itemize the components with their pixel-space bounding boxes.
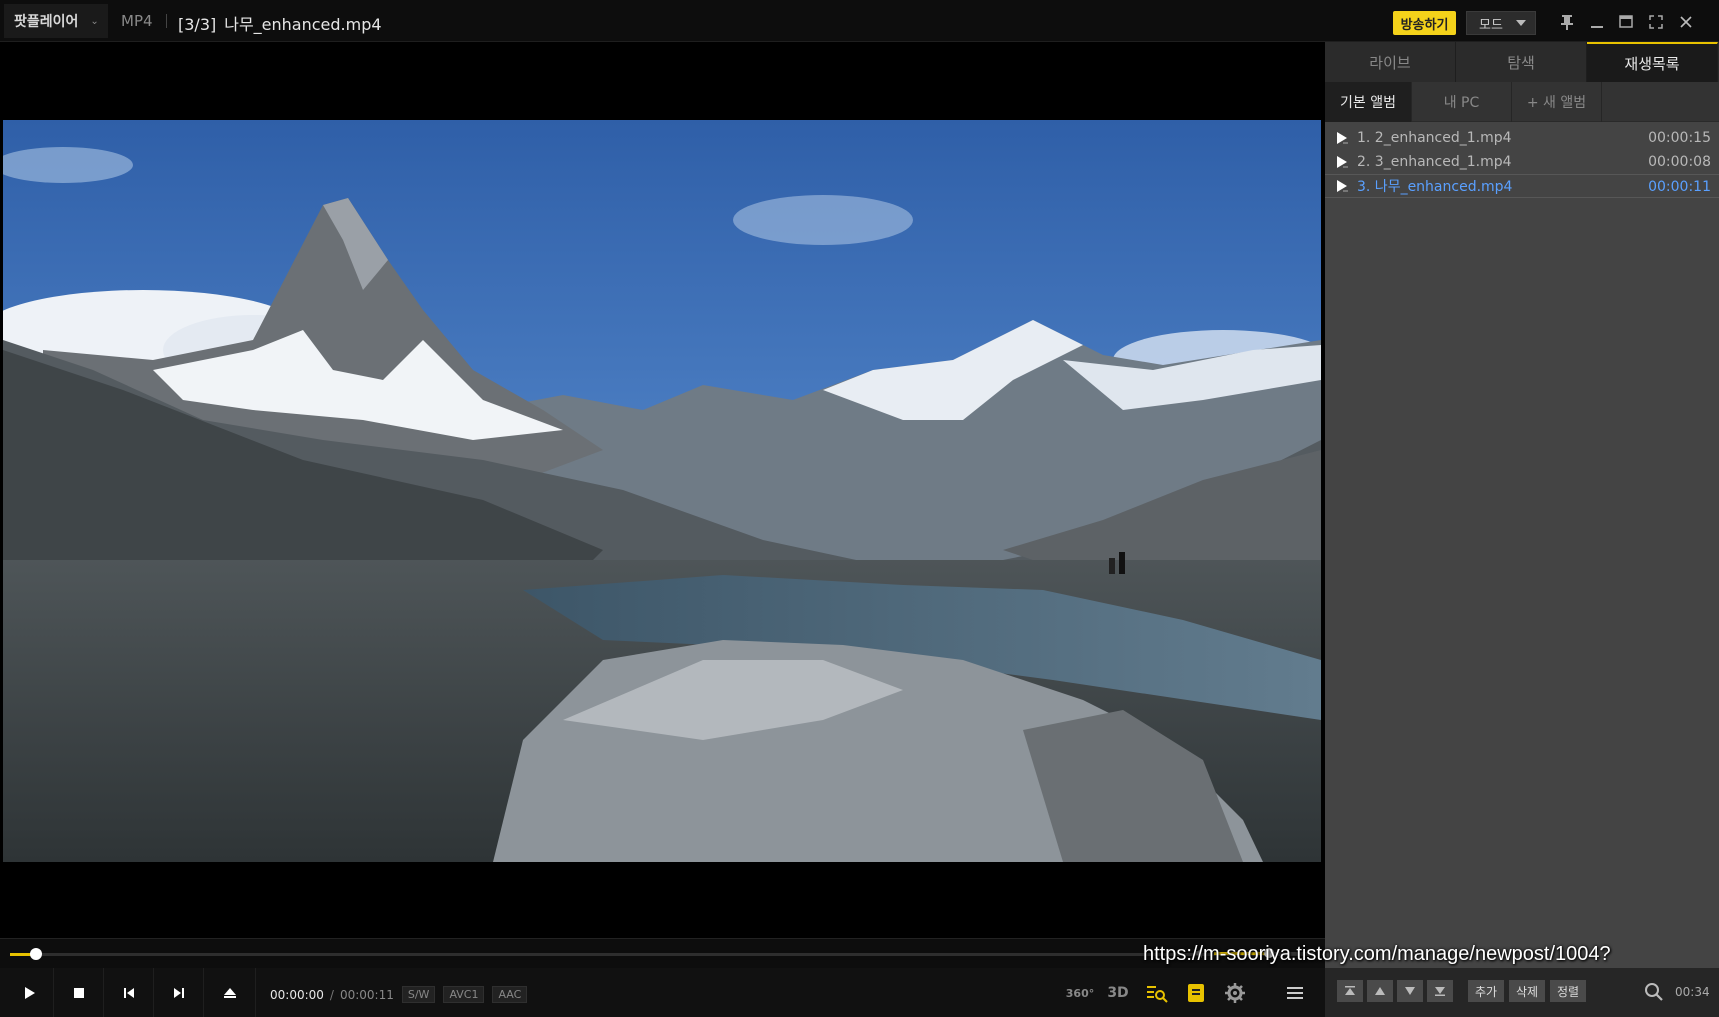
play-icon xyxy=(24,986,35,999)
panel-tabs: 라이브 탐색 재생목록 xyxy=(1325,42,1719,82)
divider xyxy=(166,14,167,28)
move-up-icon xyxy=(1375,987,1385,995)
list-search-icon xyxy=(1147,986,1168,1003)
360-button[interactable]: 360° xyxy=(1065,978,1095,1008)
playlist-panel-button[interactable] xyxy=(1181,978,1211,1008)
playlist-item-duration: 00:00:15 xyxy=(1648,130,1711,146)
playlist-toolbar: 추가 삭제 정렬 00:34 xyxy=(1325,968,1719,1017)
mode-dropdown[interactable]: 모드 xyxy=(1466,11,1536,35)
duration: 00:00:11 xyxy=(339,987,394,1002)
chevron-down-icon: ⌄ xyxy=(90,15,99,27)
move-bottom-icon xyxy=(1435,987,1445,996)
hamburger-icon xyxy=(1287,987,1303,999)
pin-button[interactable] xyxy=(1556,11,1578,33)
move-bottom-button[interactable] xyxy=(1427,980,1453,1002)
add-album-button[interactable]: + 새 앨범 xyxy=(1512,82,1602,122)
playlist-index: [3/3] xyxy=(178,15,217,34)
play-file-icon xyxy=(1337,132,1348,144)
explore-button[interactable] xyxy=(1142,978,1172,1008)
skip-previous-icon xyxy=(123,987,134,998)
notes-icon xyxy=(1188,984,1204,1002)
previous-button[interactable] xyxy=(104,968,154,1017)
side-panel: 라이브 탐색 재생목록 기본 앨범 내 PC + 새 앨범 1. 2_enhan… xyxy=(1325,42,1719,968)
tab-playlist[interactable]: 재생목록 xyxy=(1587,42,1718,82)
album-tab-my-pc[interactable]: 내 PC xyxy=(1412,82,1512,122)
move-down-button[interactable] xyxy=(1397,980,1423,1002)
filename: 나무_enhanced.mp4 xyxy=(224,15,382,34)
minimize-button[interactable] xyxy=(1586,11,1608,33)
close-button[interactable] xyxy=(1675,11,1697,33)
play-button[interactable] xyxy=(4,968,54,1017)
playlist: 1. 2_enhanced_1.mp4 00:00:15 2. 3_enhanc… xyxy=(1325,126,1719,198)
eject-button[interactable] xyxy=(204,968,256,1017)
time-display: 00:00:00 / 00:00:11 S/W AVC1 AAC xyxy=(270,986,528,1003)
file-title: [3/3] 나무_enhanced.mp4 xyxy=(178,11,382,35)
minimize-icon xyxy=(1591,26,1603,28)
maximize-button[interactable] xyxy=(1615,11,1637,33)
3d-button[interactable]: 3D xyxy=(1103,978,1133,1008)
audio-codec-tag[interactable]: AAC xyxy=(492,986,528,1003)
playlist-item-current[interactable]: 3. 나무_enhanced.mp4 00:00:11 xyxy=(1325,174,1719,198)
seek-thumb[interactable] xyxy=(30,948,43,960)
sort-button[interactable]: 정렬 xyxy=(1550,980,1586,1002)
album-tabs: 기본 앨범 내 PC + 새 앨범 xyxy=(1325,82,1719,122)
playlist-item-label: 1. 2_enhanced_1.mp4 xyxy=(1357,130,1512,146)
album-tab-default[interactable]: 기본 앨범 xyxy=(1325,82,1412,122)
maximize-icon xyxy=(1619,15,1633,28)
url-watermark: https://m-sooriya.tistory.com/manage/new… xyxy=(1143,943,1611,965)
close-icon xyxy=(1680,16,1692,28)
eject-icon xyxy=(223,987,236,998)
video-area[interactable] xyxy=(0,42,1325,938)
format-label: MP4 xyxy=(121,12,153,30)
skip-next-icon xyxy=(173,987,184,998)
time-separator: / xyxy=(329,987,334,1002)
gear-icon xyxy=(1225,983,1245,1003)
menu-button[interactable] xyxy=(1280,978,1310,1008)
playlist-item-duration: 00:00:11 xyxy=(1648,179,1711,195)
title-bar: 팟플레이어 ⌄ MP4 [3/3] 나무_enhanced.mp4 방송하기 모드 xyxy=(0,0,1719,42)
move-down-icon xyxy=(1405,987,1415,995)
control-bar: 00:00:00 / 00:00:11 S/W AVC1 AAC 360° 3D xyxy=(0,968,1325,1017)
stop-icon xyxy=(73,987,84,998)
move-up-button[interactable] xyxy=(1367,980,1393,1002)
playlist-item-label: 3. 나무_enhanced.mp4 xyxy=(1357,179,1513,195)
playlist-item[interactable]: 1. 2_enhanced_1.mp4 00:00:15 xyxy=(1325,126,1719,150)
broadcast-button[interactable]: 방송하기 xyxy=(1393,11,1456,35)
tab-live[interactable]: 라이브 xyxy=(1325,42,1456,82)
app-menu-button[interactable]: 팟플레이어 ⌄ xyxy=(4,4,108,38)
settings-button[interactable] xyxy=(1220,978,1250,1008)
search-icon[interactable] xyxy=(1643,981,1665,1003)
caret-down-icon xyxy=(1516,20,1526,26)
playlist-item[interactable]: 2. 3_enhanced_1.mp4 00:00:08 xyxy=(1325,150,1719,174)
stop-button[interactable] xyxy=(54,968,104,1017)
playlist-item-duration: 00:00:08 xyxy=(1648,154,1711,170)
move-top-icon xyxy=(1345,986,1355,995)
play-file-icon xyxy=(1337,156,1348,168)
video-scene xyxy=(3,120,1321,862)
delete-button[interactable]: 삭제 xyxy=(1509,980,1545,1002)
move-top-button[interactable] xyxy=(1337,980,1363,1002)
playlist-item-label: 2. 3_enhanced_1.mp4 xyxy=(1357,154,1512,170)
pin-icon xyxy=(1561,15,1573,30)
mode-label: 모드 xyxy=(1479,17,1503,33)
app-name: 팟플레이어 xyxy=(14,14,79,30)
add-button[interactable]: 추가 xyxy=(1468,980,1504,1002)
video-frame[interactable] xyxy=(3,120,1321,862)
total-playlist-time: 00:34 xyxy=(1675,985,1710,999)
seek-bar-area xyxy=(0,938,1325,968)
fullscreen-button[interactable] xyxy=(1645,11,1667,33)
play-file-icon xyxy=(1337,180,1348,192)
current-time: 00:00:00 xyxy=(270,987,324,1002)
video-codec-tag[interactable]: AVC1 xyxy=(443,986,485,1003)
renderer-tag[interactable]: S/W xyxy=(401,986,436,1003)
seek-slider[interactable] xyxy=(10,948,1315,960)
tab-explore[interactable]: 탐색 xyxy=(1456,42,1587,82)
next-button[interactable] xyxy=(154,968,204,1017)
3d-icon: 3D xyxy=(1107,985,1129,1001)
fullscreen-icon xyxy=(1649,15,1663,29)
360-icon: 360° xyxy=(1065,986,1095,1000)
